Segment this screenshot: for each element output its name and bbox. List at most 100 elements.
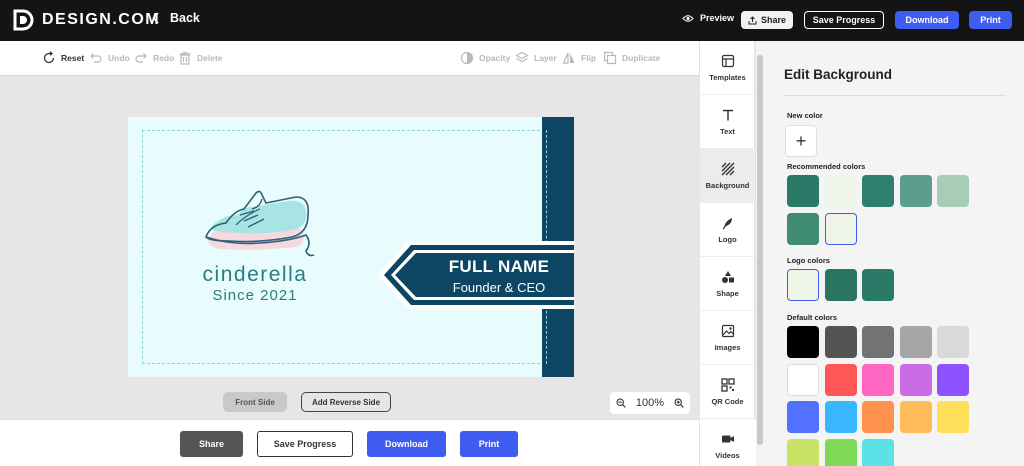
duplicate-tool[interactable]: Duplicate (603, 51, 660, 65)
scroll-thumb[interactable] (757, 55, 763, 445)
panel-title: Edit Background (784, 67, 893, 82)
bottom-save-progress-button[interactable]: Save Progress (257, 431, 353, 457)
print-button[interactable]: Print (969, 11, 1012, 29)
reset-icon (43, 51, 55, 64)
nav-templates[interactable]: Templates (700, 41, 755, 95)
flip-tool[interactable]: Flip (562, 51, 596, 65)
recommended-color-swatch[interactable] (899, 175, 932, 207)
delete-tool[interactable]: Delete (178, 51, 223, 65)
zoom-out-icon[interactable] (616, 398, 626, 408)
front-side-button[interactable]: Front Side (223, 392, 287, 412)
recommended-color-swatch[interactable] (824, 212, 857, 245)
nav-qr-code[interactable]: QR Code (700, 365, 755, 419)
default-color-swatch[interactable] (824, 326, 857, 358)
edit-toolbar: Reset Undo Redo Delete Opacity Layer Fli… (0, 41, 699, 76)
side-scrollbar[interactable] (756, 41, 764, 466)
undo-icon (90, 53, 102, 63)
nav-images-label: Images (714, 342, 741, 352)
recommended-color-swatch[interactable] (937, 175, 969, 207)
default-color-swatch[interactable] (862, 326, 894, 358)
bottom-download-button[interactable]: Download (367, 431, 446, 457)
share-icon (748, 15, 757, 24)
recommended-color-swatch[interactable] (862, 175, 894, 207)
add-reverse-side-button[interactable]: Add Reverse Side (301, 392, 391, 412)
default-color-swatch[interactable] (937, 363, 969, 396)
default-color-swatch[interactable] (787, 363, 819, 396)
opacity-icon (460, 51, 474, 65)
back-button[interactable]: Back (152, 11, 200, 25)
bottom-share-button[interactable]: Share (180, 431, 243, 457)
recommended-color-swatch[interactable] (787, 175, 819, 207)
business-card[interactable]: FULL NAME Founder & CEO cinderella Since… (128, 117, 574, 377)
save-progress-button[interactable]: Save Progress (804, 11, 884, 29)
reset-tool[interactable]: Reset (42, 51, 84, 65)
logo-text: DESIGN.COM (42, 11, 161, 28)
preview-button[interactable]: Preview (682, 13, 734, 23)
edit-background-panel: Edit Background New color + Recommended … (764, 41, 1024, 466)
redo-label: Redo (153, 53, 175, 63)
default-color-swatch[interactable] (824, 401, 857, 433)
brand-since-text[interactable]: Since 2021 (190, 287, 320, 304)
layer-label: Layer (534, 53, 557, 63)
default-color-swatch[interactable] (937, 326, 969, 358)
bottom-print-button[interactable]: Print (460, 431, 518, 457)
logo-color-swatch[interactable] (862, 269, 894, 301)
nav-videos[interactable]: Videos (700, 419, 755, 466)
opacity-label: Opacity (479, 53, 511, 63)
logo-feather-icon (722, 217, 732, 229)
nav-templates-label: Templates (709, 72, 746, 82)
default-color-swatch[interactable] (899, 326, 932, 358)
default-color-swatch[interactable] (787, 326, 819, 358)
opacity-tool[interactable]: Opacity (460, 51, 510, 65)
recommended-color-swatch[interactable] (824, 175, 857, 207)
recommended-color-swatch[interactable] (787, 212, 819, 245)
nav-shape[interactable]: Shape (700, 257, 755, 311)
shoe-logo-icon[interactable] (200, 185, 318, 261)
share-label: Share (760, 15, 786, 25)
share-button[interactable]: Share (741, 11, 793, 29)
panel-divider (784, 95, 1006, 96)
full-name-text[interactable]: FULL NAME (428, 257, 570, 277)
default-color-swatch[interactable] (824, 438, 857, 466)
job-title-text[interactable]: Founder & CEO (428, 280, 570, 295)
design-logo-icon (13, 9, 34, 31)
default-color-swatch[interactable] (824, 363, 857, 396)
nav-images[interactable]: Images (700, 311, 755, 365)
new-color-label: New color (787, 111, 823, 120)
undo-tool[interactable]: Undo (89, 51, 130, 65)
nav-shape-label: Shape (716, 288, 739, 298)
default-color-swatch[interactable] (899, 401, 932, 433)
nav-logo[interactable]: Logo (700, 203, 755, 257)
top-bar: DESIGN.COM Back Preview Share Save Progr… (0, 0, 1024, 41)
logo-colors-label: Logo colors (787, 256, 830, 265)
default-color-swatch[interactable] (937, 401, 969, 433)
zoom-in-icon[interactable] (674, 398, 684, 408)
canvas-area: FULL NAME Founder & CEO cinderella Since… (0, 76, 699, 419)
nav-background[interactable]: Background (700, 149, 755, 203)
logo[interactable]: DESIGN.COM (12, 9, 160, 31)
nav-logo-label: Logo (718, 234, 737, 244)
shapes-icon (721, 270, 734, 283)
redo-tool[interactable]: Redo (134, 51, 174, 65)
default-color-swatch[interactable] (862, 438, 894, 466)
flip-icon (562, 52, 575, 64)
brand-name-text[interactable]: cinderella (190, 263, 320, 287)
nav-text[interactable]: Text (700, 95, 755, 149)
logo-color-swatch[interactable] (824, 269, 857, 301)
default-color-swatch[interactable] (862, 363, 894, 396)
default-color-swatch[interactable] (862, 401, 894, 433)
default-color-swatch[interactable] (787, 438, 819, 466)
default-color-swatch[interactable] (787, 401, 819, 433)
layer-tool[interactable]: Layer (515, 51, 557, 65)
video-camera-icon (721, 435, 734, 442)
download-button[interactable]: Download (895, 11, 959, 29)
duplicate-label: Duplicate (622, 53, 661, 63)
undo-label: Undo (108, 53, 130, 63)
logo-color-swatch[interactable] (787, 269, 819, 301)
qr-code-icon (720, 377, 735, 392)
plus-icon: + (795, 130, 807, 151)
add-color-button[interactable]: + (785, 125, 817, 157)
eye-icon (682, 14, 694, 22)
chevron-left-icon (152, 12, 159, 24)
default-color-swatch[interactable] (899, 363, 932, 396)
